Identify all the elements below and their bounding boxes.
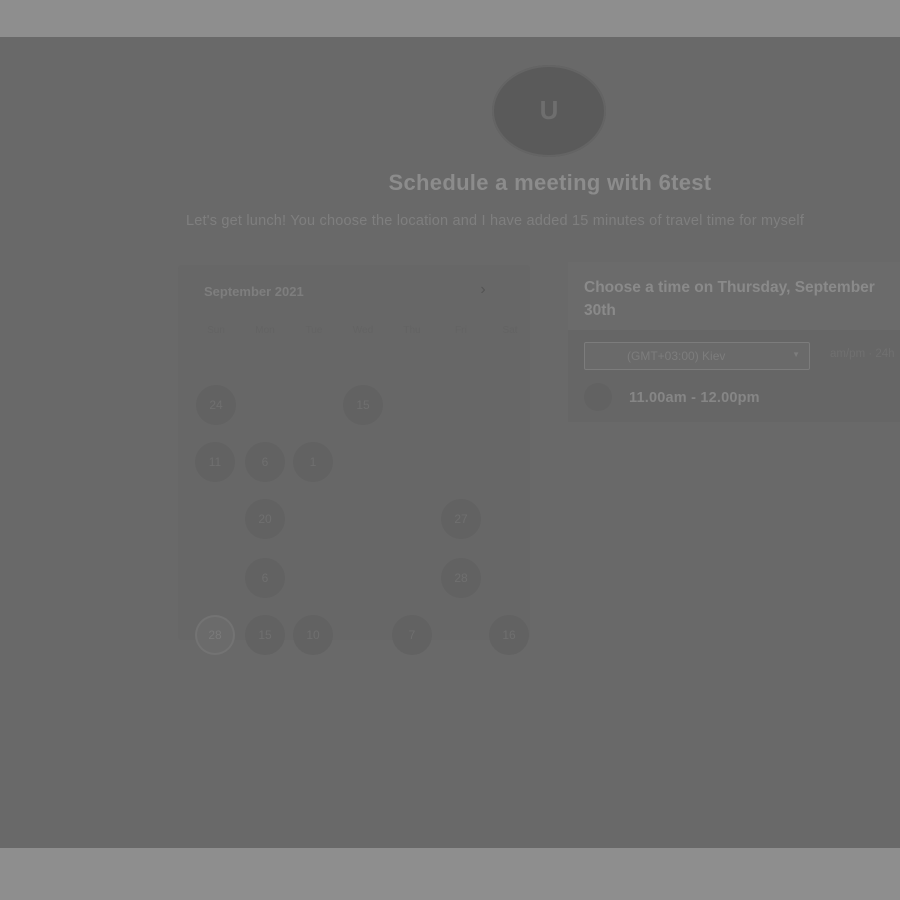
avatar-initial: U — [539, 95, 559, 125]
calendar-day[interactable]: 10 — [293, 615, 333, 655]
calendar-day[interactable]: 16 — [489, 615, 529, 655]
time-slot-radio[interactable] — [584, 383, 612, 411]
booking-page: U Schedule a meeting with 6test Let's ge… — [0, 37, 900, 848]
host-avatar: U — [492, 65, 606, 157]
calendar-day-selected[interactable]: 28 — [195, 615, 235, 655]
caret-down-icon: ▼ — [792, 350, 800, 359]
calendar-day[interactable]: 6 — [245, 558, 285, 598]
calendar-day[interactable]: 24 — [196, 385, 236, 425]
meeting-description: Let's get lunch! You choose the location… — [186, 213, 805, 229]
calendar-day[interactable]: 1 — [293, 442, 333, 482]
time-panel-header: Choose a time on Thursday, September 30t… — [568, 262, 900, 330]
page-title: Schedule a meeting with 6test — [388, 170, 712, 195]
calendar-day[interactable]: 6 — [245, 442, 285, 482]
calendar-day[interactable]: 15 — [343, 385, 383, 425]
weekday-label: Fri — [455, 325, 467, 336]
time-panel-heading: Choose a time on Thursday, September 30t… — [584, 279, 875, 319]
calendar-month-label: September 2021 — [204, 284, 304, 299]
date-picker-calendar: September 2021 › Sun Mon Tue Wed Thu Fri… — [178, 265, 530, 655]
time-format-toggle[interactable]: am/pm · 24h — [830, 348, 895, 360]
timezone-select[interactable]: (GMT+03:00) Kiev ▼ — [584, 342, 810, 370]
weekday-label: Mon — [255, 325, 275, 336]
calendar-day[interactable]: 11 — [195, 442, 235, 482]
screen: U Schedule a meeting with 6test Let's ge… — [0, 0, 900, 900]
bottom-overlay-band — [0, 848, 900, 900]
weekday-label: Sat — [502, 325, 518, 336]
weekday-label: Thu — [403, 325, 421, 336]
weekday-label: Tue — [305, 325, 323, 336]
chevron-right-icon[interactable]: › — [474, 281, 492, 299]
calendar-day[interactable]: 20 — [245, 499, 285, 539]
calendar-day[interactable]: 28 — [441, 558, 481, 598]
weekday-label: Sun — [207, 325, 225, 336]
time-slot-panel: Choose a time on Thursday, September 30t… — [568, 262, 900, 422]
calendar-day[interactable]: 15 — [245, 615, 285, 655]
calendar-weekday-row: Sun Mon Tue Wed Thu Fri Sat — [196, 325, 517, 339]
weekday-label: Wed — [352, 325, 374, 336]
timezone-value: (GMT+03:00) Kiev — [627, 349, 726, 363]
calendar-day[interactable]: 27 — [441, 499, 481, 539]
top-overlay-band — [0, 0, 900, 37]
calendar-day[interactable]: 7 — [392, 615, 432, 655]
time-slot-label[interactable]: 11.00am - 12.00pm — [629, 390, 760, 406]
